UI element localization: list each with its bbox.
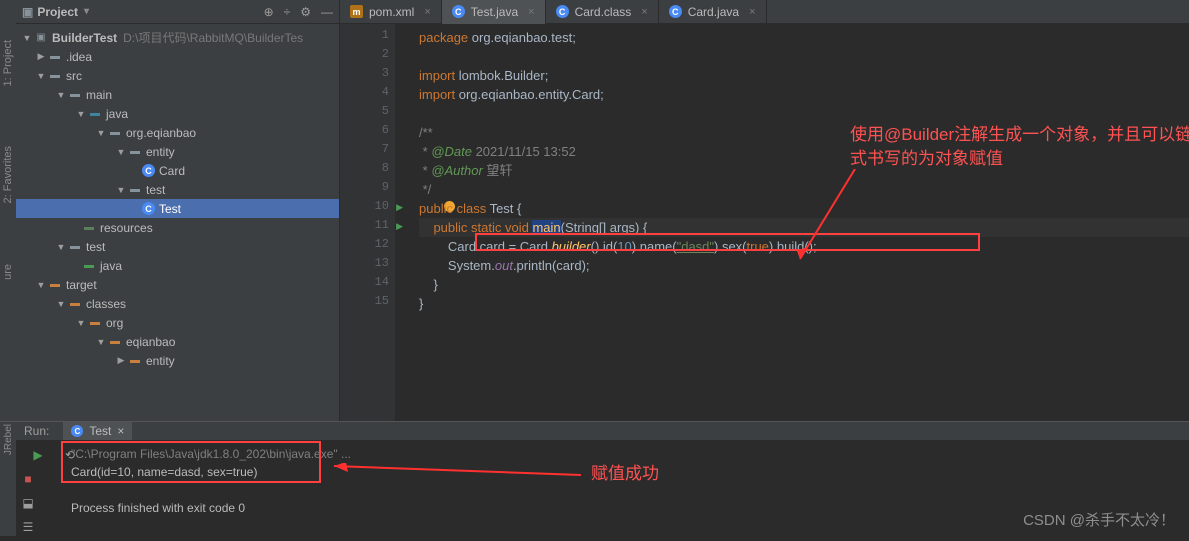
- tree-testpkg[interactable]: ▼▬test: [16, 180, 339, 199]
- tree-pkg[interactable]: ▼▬org.eqianbao: [16, 123, 339, 142]
- settings-icon[interactable]: ⚙: [300, 5, 311, 19]
- filter-button[interactable]: ☰: [18, 517, 38, 537]
- annotation-top: 使用@Builder注解生成一个对象，并且可以链式书写的为对象赋值: [850, 123, 1189, 171]
- tree-java[interactable]: ▼▬java: [16, 104, 339, 123]
- rerun-button[interactable]: ▶: [18, 445, 58, 465]
- close-icon[interactable]: ×: [528, 6, 534, 18]
- tree-entity[interactable]: ▼▬entity: [16, 142, 339, 161]
- tree-src[interactable]: ▼▬src: [16, 66, 339, 85]
- vert-tab-favorites[interactable]: 2: Favorites: [2, 146, 14, 203]
- annotation-bottom: 赋值成功: [591, 465, 659, 483]
- tree-testjava[interactable]: ▬java: [16, 256, 339, 275]
- run-panel: JRebel Run: CTest× ▶ ⟲ ■ ⬓ ☰ "C:\Program…: [0, 421, 1189, 536]
- tree-target[interactable]: ▼▬target: [16, 275, 339, 294]
- tab-cardclass[interactable]: CCard.class×: [546, 0, 659, 24]
- layout-button[interactable]: ⬓: [18, 493, 38, 513]
- tree-eqianbao[interactable]: ▼▬eqianbao: [16, 332, 339, 351]
- collapse-icon[interactable]: ⊕: [264, 5, 274, 19]
- console-output[interactable]: "C:\Program Files\Java\jdk1.8.0_202\bin\…: [61, 441, 1189, 541]
- tree-main[interactable]: ▼▬main: [16, 85, 339, 104]
- tab-pom[interactable]: mpom.xml×: [340, 0, 442, 24]
- vert-tab-project[interactable]: 1: Project: [2, 40, 14, 86]
- tree-card[interactable]: CCard: [16, 161, 339, 180]
- tab-test[interactable]: CTest.java×: [442, 0, 546, 24]
- tree-idea[interactable]: ▶▬.idea: [16, 47, 339, 66]
- close-icon[interactable]: ×: [641, 6, 647, 18]
- tab-cardjava[interactable]: CCard.java×: [659, 0, 767, 24]
- hide-icon[interactable]: —: [321, 5, 333, 19]
- tree-testdir[interactable]: ▼▬test: [16, 237, 339, 256]
- sidebar-title[interactable]: ▣ Project ▾: [22, 5, 89, 19]
- stop-button[interactable]: ■: [18, 469, 38, 489]
- tree-testcls[interactable]: CTest: [16, 199, 339, 218]
- vert-tab-structure[interactable]: ure: [2, 264, 14, 280]
- tree-resources[interactable]: ▬resources: [16, 218, 339, 237]
- expand-icon[interactable]: ÷: [284, 5, 291, 19]
- tree-entity2[interactable]: ▶▬entity: [16, 351, 339, 370]
- tree-classes[interactable]: ▼▬classes: [16, 294, 339, 313]
- close-icon[interactable]: ×: [117, 424, 124, 438]
- close-icon[interactable]: ×: [424, 6, 430, 18]
- editor-tabs: mpom.xml× CTest.java× CCard.class× CCard…: [340, 0, 1189, 24]
- watermark: CSDN @杀手不太冷！: [1023, 509, 1175, 530]
- run-toolbar: ▶ ⟲ ■ ⬓ ☰: [16, 441, 61, 541]
- tree-root[interactable]: ▼▣BuilderTestD:\项目代码\RabbitMQ\BuilderTes: [16, 28, 339, 47]
- run-tab[interactable]: CTest×: [63, 422, 132, 440]
- close-icon[interactable]: ×: [749, 6, 755, 18]
- tree-org[interactable]: ▼▬org: [16, 313, 339, 332]
- run-label: Run:: [24, 424, 49, 438]
